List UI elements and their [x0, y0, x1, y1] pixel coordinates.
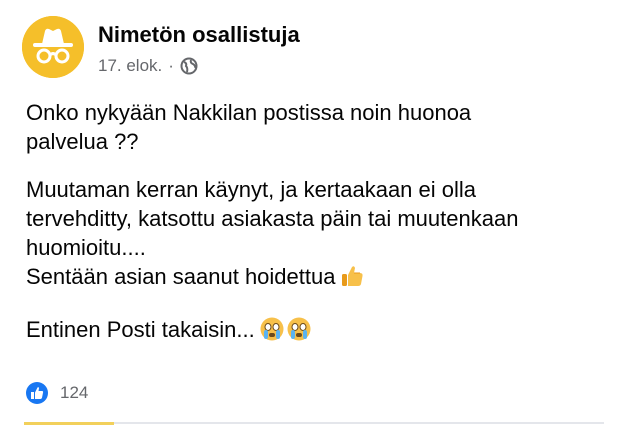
reaction-summary[interactable]: 124: [26, 382, 88, 404]
anonymous-incognito-icon: [22, 16, 84, 78]
post-date[interactable]: 17. elok.: [98, 56, 162, 76]
paragraph-1: Onko nykyään Nakkilan postissa noin huon…: [26, 98, 616, 156]
reaction-count: 124: [60, 383, 89, 402]
text-line: tervehditty, katsottu asiakasta päin tai…: [26, 206, 519, 231]
text-line-with-emoji: Entinen Posti takaisin...: [26, 315, 616, 349]
text-line: Muutaman kerran käynyt, ja kertaakaan ei…: [26, 177, 477, 202]
meta-separator: ·: [168, 56, 174, 75]
text-line: palvelua ??: [26, 129, 139, 154]
post-meta: 17. elok. ·: [98, 56, 198, 76]
post-card: Nimetön osallistuja 17. elok. · Onko nyk…: [0, 0, 632, 425]
text-line: Entinen Posti takaisin...: [26, 317, 255, 342]
post-text: Onko nykyään Nakkilan postissa noin huon…: [26, 98, 616, 368]
text-line-with-emoji: Sentään asian saanut hoidettua: [26, 262, 616, 296]
paragraph-3: Entinen Posti takaisin...: [26, 315, 616, 349]
post-header: Nimetön osallistuja 17. elok. ·: [22, 16, 602, 86]
avatar[interactable]: [22, 16, 84, 78]
thumbs-up-emoji-icon: [339, 263, 365, 296]
paragraph-2: Muutaman kerran käynyt, ja kertaakaan ei…: [26, 175, 616, 296]
crying-face-emoji-icon: [259, 316, 313, 349]
like-icon: [26, 382, 48, 404]
globe-icon[interactable]: [180, 57, 198, 75]
author-name[interactable]: Nimetön osallistuja: [98, 22, 300, 48]
text-line: Sentään asian saanut hoidettua: [26, 264, 336, 289]
text-line: Onko nykyään Nakkilan postissa noin huon…: [26, 100, 472, 125]
text-line: huomioitu....: [26, 235, 146, 260]
